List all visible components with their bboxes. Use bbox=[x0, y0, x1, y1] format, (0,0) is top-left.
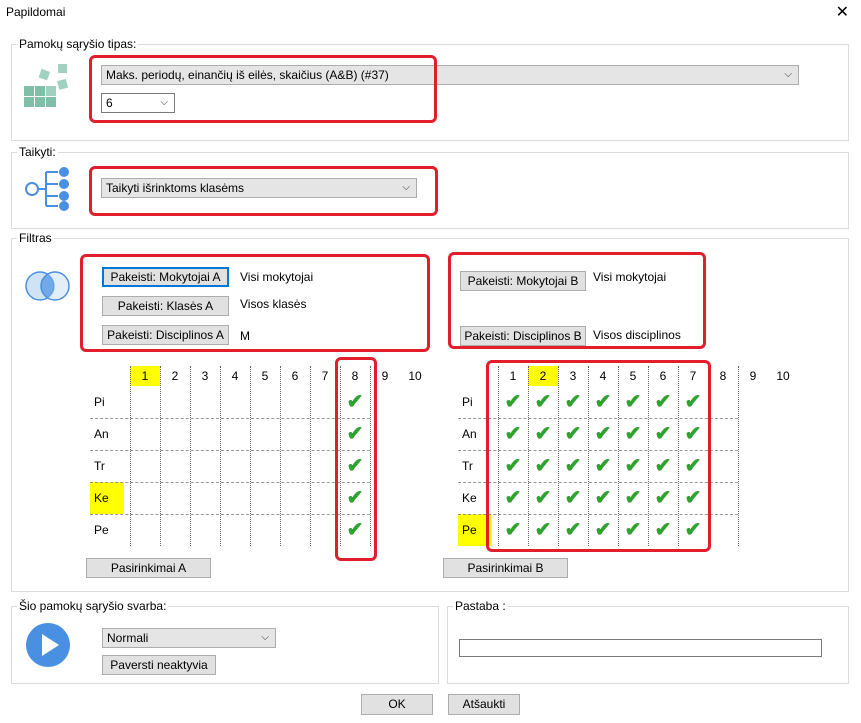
grid-divider bbox=[220, 366, 221, 546]
close-icon[interactable]: ✕ bbox=[836, 2, 849, 22]
grid-col-header[interactable]: 10 bbox=[400, 366, 430, 386]
grid-col-header[interactable]: 3 bbox=[190, 366, 220, 386]
annotation-box bbox=[335, 357, 377, 561]
grid-divider bbox=[130, 366, 131, 546]
choices-b-button[interactable]: Pasirinkimai B bbox=[443, 558, 568, 578]
grid-col-header[interactable]: 2 bbox=[160, 366, 190, 386]
chevron-down-icon: ⌵ bbox=[784, 69, 792, 80]
cancel-button[interactable]: Atšaukti bbox=[448, 694, 520, 715]
grid-row-divider bbox=[90, 514, 370, 515]
note-legend: Pastaba : bbox=[453, 599, 508, 613]
grid-row-header[interactable]: Ke bbox=[90, 482, 124, 514]
period-grid-a[interactable]: 1 2 3 4 5 6 7 8 9 10 Pi ✔ An ✔ Tr ✔ Ke ✔ Pe ✔ bbox=[90, 366, 430, 546]
grid-row-header[interactable]: Pi bbox=[90, 386, 124, 418]
filter-legend: Filtras bbox=[17, 231, 54, 245]
grid-col-header[interactable]: 8 bbox=[708, 366, 738, 386]
annotation-box bbox=[80, 254, 430, 352]
window-title: Papildomai bbox=[6, 5, 66, 19]
chevron-down-icon: ⌵ bbox=[261, 632, 269, 643]
grid-row-divider bbox=[90, 482, 370, 483]
ok-button[interactable]: OK bbox=[361, 694, 433, 715]
importance-select[interactable]: Normali ⌵ bbox=[102, 628, 276, 648]
apply-legend: Taikyti: bbox=[17, 145, 58, 159]
grid-col-header[interactable]: 6 bbox=[280, 366, 310, 386]
importance-legend: Šio pamokų sąryšio svarba: bbox=[17, 599, 169, 613]
grid-row-divider bbox=[90, 418, 370, 419]
annotation-box bbox=[448, 252, 706, 349]
grid-divider bbox=[280, 366, 281, 546]
importance-value: Normali bbox=[107, 631, 149, 645]
annotation-box bbox=[89, 166, 438, 216]
grid-row-divider bbox=[90, 450, 370, 451]
grid-row-header[interactable]: Tr bbox=[90, 450, 124, 482]
note-input[interactable] bbox=[459, 639, 822, 657]
grid-divider bbox=[310, 366, 311, 546]
hierarchy-icon bbox=[25, 167, 69, 211]
annotation-box bbox=[89, 55, 437, 123]
grid-col-header[interactable]: 1 bbox=[130, 366, 160, 386]
grid-col-header[interactable]: 4 bbox=[220, 366, 250, 386]
grid-col-header[interactable]: 10 bbox=[768, 366, 798, 386]
relation-type-legend: Pamokų sąryšio tipas: bbox=[17, 37, 139, 51]
grid-col-header[interactable]: 5 bbox=[250, 366, 280, 386]
grid-row-header[interactable]: Pe bbox=[90, 514, 124, 546]
play-icon bbox=[26, 623, 70, 667]
grid-divider bbox=[738, 366, 739, 546]
grid-divider bbox=[160, 366, 161, 546]
grid-divider bbox=[250, 366, 251, 546]
deactivate-button[interactable]: Paversti neaktyvia bbox=[102, 655, 216, 675]
lesson-blocks-icon bbox=[24, 64, 69, 107]
grid-col-header[interactable]: 9 bbox=[738, 366, 768, 386]
choices-a-button[interactable]: Pasirinkimai A bbox=[86, 558, 211, 578]
annotation-box bbox=[486, 360, 711, 552]
grid-divider bbox=[190, 366, 191, 546]
grid-row-header[interactable]: An bbox=[90, 418, 124, 450]
venn-icon bbox=[25, 271, 70, 301]
